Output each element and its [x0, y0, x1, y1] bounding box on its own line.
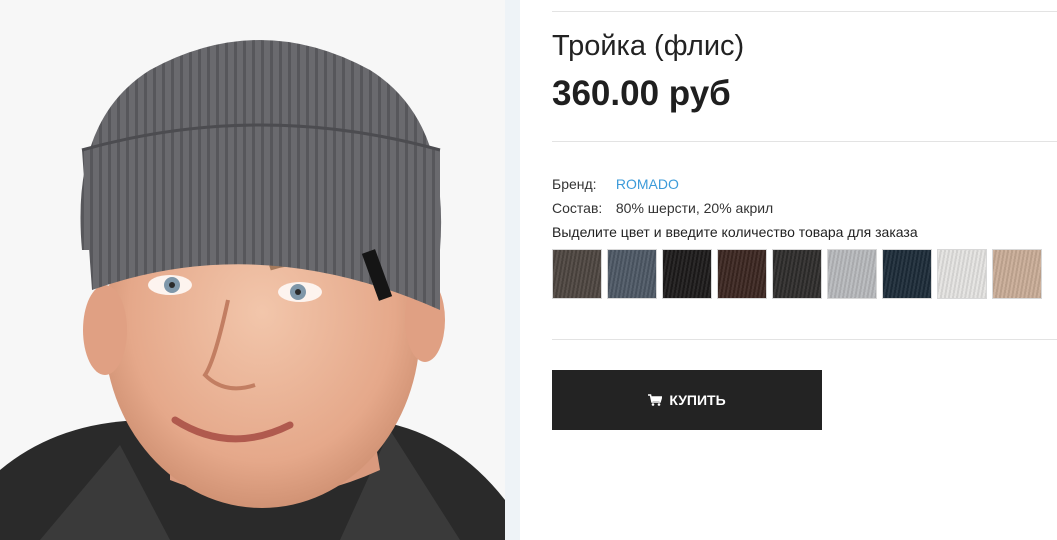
product-price: 360.00 руб [552, 74, 731, 113]
product-title: Тройка (флис) [552, 30, 745, 62]
buy-button[interactable]: КУПИТЬ [552, 370, 822, 430]
swatch-light-gray[interactable] [827, 249, 877, 299]
swatch-charcoal[interactable] [772, 249, 822, 299]
product-photo-illustration [0, 0, 505, 540]
color-hint: Выделите цвет и введите количество товар… [552, 224, 918, 240]
swatch-slate-blue[interactable] [607, 249, 657, 299]
swatch-divider [552, 339, 1057, 340]
swatch-dark-brown[interactable] [717, 249, 767, 299]
buy-button-label: КУПИТЬ [669, 392, 726, 408]
price-divider [552, 141, 1057, 142]
brand-row: Бренд: ROMADO [552, 176, 679, 192]
product-photo [0, 0, 520, 540]
cart-icon [648, 394, 663, 406]
swatch-brown-gray[interactable] [552, 249, 602, 299]
swatch-black[interactable] [662, 249, 712, 299]
composition-row: Состав: 80% шерсти, 20% акрил [552, 200, 773, 216]
brand-link[interactable]: ROMADO [616, 176, 679, 192]
swatch-beige[interactable] [992, 249, 1042, 299]
composition-label: Состав: [552, 200, 603, 216]
photo-edge-strip [505, 0, 520, 540]
swatch-white[interactable] [937, 249, 987, 299]
composition-value: 80% шерсти, 20% акрил [615, 200, 774, 216]
brand-label: Бренд: [552, 176, 597, 192]
swatch-navy[interactable] [882, 249, 932, 299]
top-divider [552, 11, 1057, 12]
